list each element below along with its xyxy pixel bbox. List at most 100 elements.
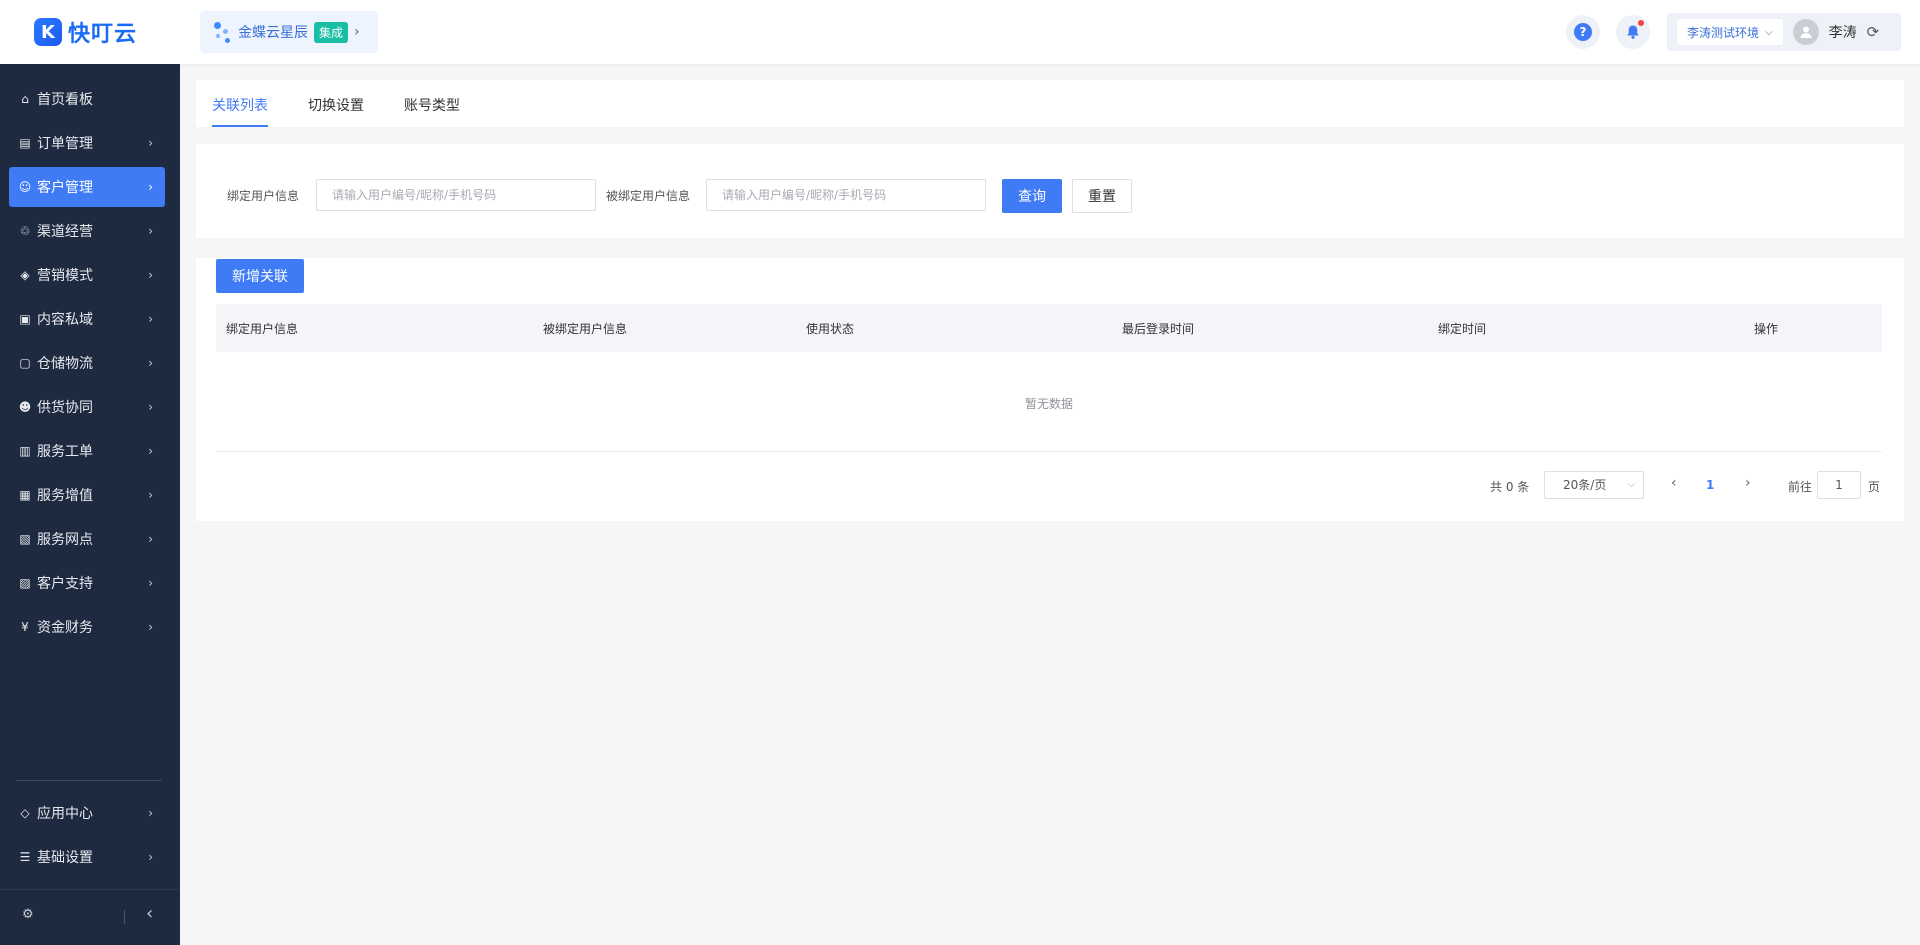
sidebar-item-service-outlets[interactable]: ▧ 服务网点 ›: [9, 519, 165, 559]
bell-icon: [1627, 25, 1639, 39]
integration-badge: 集成: [314, 21, 349, 43]
reset-button[interactable]: 重置: [1072, 179, 1132, 213]
sidebar-item-label: 服务网点: [37, 532, 93, 548]
product-switcher[interactable]: 金蝶云星辰 集成 ›: [200, 11, 378, 53]
chevron-right-icon: ›: [148, 620, 153, 634]
page-size-select[interactable]: 20条/页 ⌵: [1544, 471, 1644, 499]
bound-user-label: 被绑定用户信息: [606, 189, 691, 203]
logo[interactable]: K 快叮云: [34, 16, 137, 48]
sidebar-item-channels[interactable]: ♲ 渠道经营 ›: [9, 211, 165, 251]
chevron-right-icon: ›: [148, 576, 153, 590]
sidebar-item-app-center[interactable]: ◇ 应用中心 ›: [9, 793, 165, 833]
sidebar-item-support[interactable]: ▨ 客户支持 ›: [9, 563, 165, 603]
chevron-right-icon: ›: [354, 24, 360, 40]
sidebar-item-service-tickets[interactable]: ▥ 服务工单 ›: [9, 431, 165, 471]
user-icon: ☺: [18, 180, 32, 194]
user-name[interactable]: 李涛: [1829, 22, 1857, 42]
tab-account-type[interactable]: 账号类型: [404, 95, 460, 115]
sidebar-item-supply[interactable]: ☻ 供货协同 ›: [9, 387, 165, 427]
sidebar-item-label: 服务增值: [37, 488, 93, 504]
search-panel: 绑定用户信息 请输入用户编号/昵称/手机号码 被绑定用户信息 请输入用户编号/昵…: [196, 144, 1904, 238]
environment-name: 李涛测试环境: [1687, 25, 1760, 40]
goto-page-input[interactable]: 1: [1817, 471, 1861, 499]
chevron-down-icon: ⌵: [1627, 479, 1635, 490]
store-icon: ▧: [19, 532, 31, 546]
sidebar-item-label: 供货协同: [37, 400, 93, 416]
sidebar: ⌂ 首页看板 ▤ 订单管理 › ☺ 客户管理 › ♲ 渠道经营 › ◈ 营销模式…: [0, 64, 180, 945]
sidebar-item-warehouse[interactable]: ▢ 仓储物流 ›: [9, 343, 165, 383]
environment-select[interactable]: 李涛测试环境 ⌵: [1677, 19, 1783, 45]
chevron-right-icon: ›: [148, 400, 153, 414]
tab-link-list[interactable]: 关联列表: [212, 95, 268, 115]
home-icon: ⌂: [21, 92, 29, 106]
bind-user-input[interactable]: 请输入用户编号/昵称/手机号码: [316, 179, 596, 211]
sidebar-item-value-added[interactable]: ▦ 服务增值 ›: [9, 475, 165, 515]
table-header: 绑定用户信息 被绑定用户信息 使用状态 最后登录时间 绑定时间 操作: [216, 304, 1882, 352]
box-icon: ▢: [19, 356, 31, 370]
chevron-right-icon: ›: [148, 356, 153, 370]
logo-text: 快叮云: [68, 22, 138, 47]
add-link-button[interactable]: 新增关联: [216, 259, 304, 293]
sidebar-item-label: 客户管理: [37, 180, 93, 196]
clipboard-icon: ▤: [19, 136, 31, 150]
cube-icon: ◇: [20, 806, 30, 820]
tab-switch-settings[interactable]: 切换设置: [308, 95, 364, 115]
supplier-icon: ☻: [18, 400, 32, 414]
prev-page-icon[interactable]: ‹: [1671, 475, 1677, 491]
chevron-right-icon: ›: [148, 444, 153, 458]
sidebar-item-dashboard[interactable]: ⌂ 首页看板: [9, 79, 165, 119]
notification-button[interactable]: [1616, 15, 1650, 49]
top-header: K 快叮云 金蝶云星辰 集成 › ? 李涛测试环境 ⌵ 李涛 ⟳: [0, 0, 1920, 64]
channel-icon: ♲: [19, 224, 31, 238]
support-icon: ▨: [19, 576, 31, 590]
sidebar-item-customers[interactable]: ☺ 客户管理 ›: [9, 167, 165, 207]
notification-dot: [1638, 20, 1644, 26]
sidebar-item-label: 服务工单: [37, 444, 93, 460]
chevron-right-icon: ›: [148, 136, 153, 150]
page-size-value: 20条/页: [1563, 478, 1607, 492]
column-header: 使用状态: [806, 322, 855, 336]
current-page-number[interactable]: 1: [1706, 478, 1714, 492]
column-header: 被绑定用户信息: [543, 322, 628, 336]
yen-icon: ¥: [21, 620, 29, 634]
product-dots-icon: [212, 20, 232, 44]
total-count: 共 0 条: [1490, 480, 1530, 494]
sidebar-item-finance[interactable]: ¥ 资金财务 ›: [9, 607, 165, 647]
chevron-right-icon: ›: [148, 312, 153, 326]
sidebar-item-marketing[interactable]: ◈ 营销模式 ›: [9, 255, 165, 295]
ticket-icon: ▥: [19, 444, 31, 458]
help-button[interactable]: ?: [1566, 15, 1600, 49]
bag-icon: ▦: [19, 488, 31, 502]
sidebar-item-label: 客户支持: [37, 576, 93, 592]
sidebar-footer-divider: [0, 889, 180, 890]
refresh-icon[interactable]: ⟳: [1867, 23, 1880, 41]
bound-user-input[interactable]: 请输入用户编号/昵称/手机号码: [706, 179, 986, 211]
collapse-sidebar-icon[interactable]: ‹: [146, 903, 153, 924]
chevron-right-icon: ›: [148, 268, 153, 282]
sidebar-item-label: 资金财务: [37, 620, 93, 636]
help-icon: ?: [1574, 23, 1592, 41]
chevron-right-icon: ›: [148, 488, 153, 502]
chevron-right-icon: ›: [148, 224, 153, 238]
product-name: 金蝶云星辰: [238, 25, 308, 41]
column-header: 操作: [1754, 322, 1779, 336]
sidebar-item-label: 首页看板: [37, 92, 93, 108]
sidebar-item-content[interactable]: ▣ 内容私域 ›: [9, 299, 165, 339]
sidebar-item-orders[interactable]: ▤ 订单管理 ›: [9, 123, 165, 163]
sidebar-item-basic-settings[interactable]: ☰ 基础设置 ›: [9, 837, 165, 877]
vertical-divider: [124, 910, 125, 924]
gear-icon[interactable]: ⚙: [22, 907, 34, 922]
avatar[interactable]: [1792, 19, 1819, 45]
tag-icon: ◈: [20, 268, 30, 282]
tabs-panel: 关联列表 切换设置 账号类型: [196, 80, 1904, 127]
page-suffix: 页: [1868, 480, 1881, 494]
sidebar-item-label: 基础设置: [37, 850, 93, 866]
sidebar-item-label: 仓储物流: [37, 356, 93, 372]
next-page-icon[interactable]: ›: [1745, 475, 1751, 491]
column-header: 最后登录时间: [1122, 322, 1195, 336]
user-area: 李涛测试环境 ⌵ 李涛 ⟳: [1667, 13, 1901, 51]
query-button[interactable]: 查询: [1002, 179, 1062, 213]
table-bottom-border: [216, 451, 1882, 452]
sidebar-item-label: 营销模式: [37, 268, 93, 284]
column-header: 绑定用户信息: [226, 322, 299, 336]
